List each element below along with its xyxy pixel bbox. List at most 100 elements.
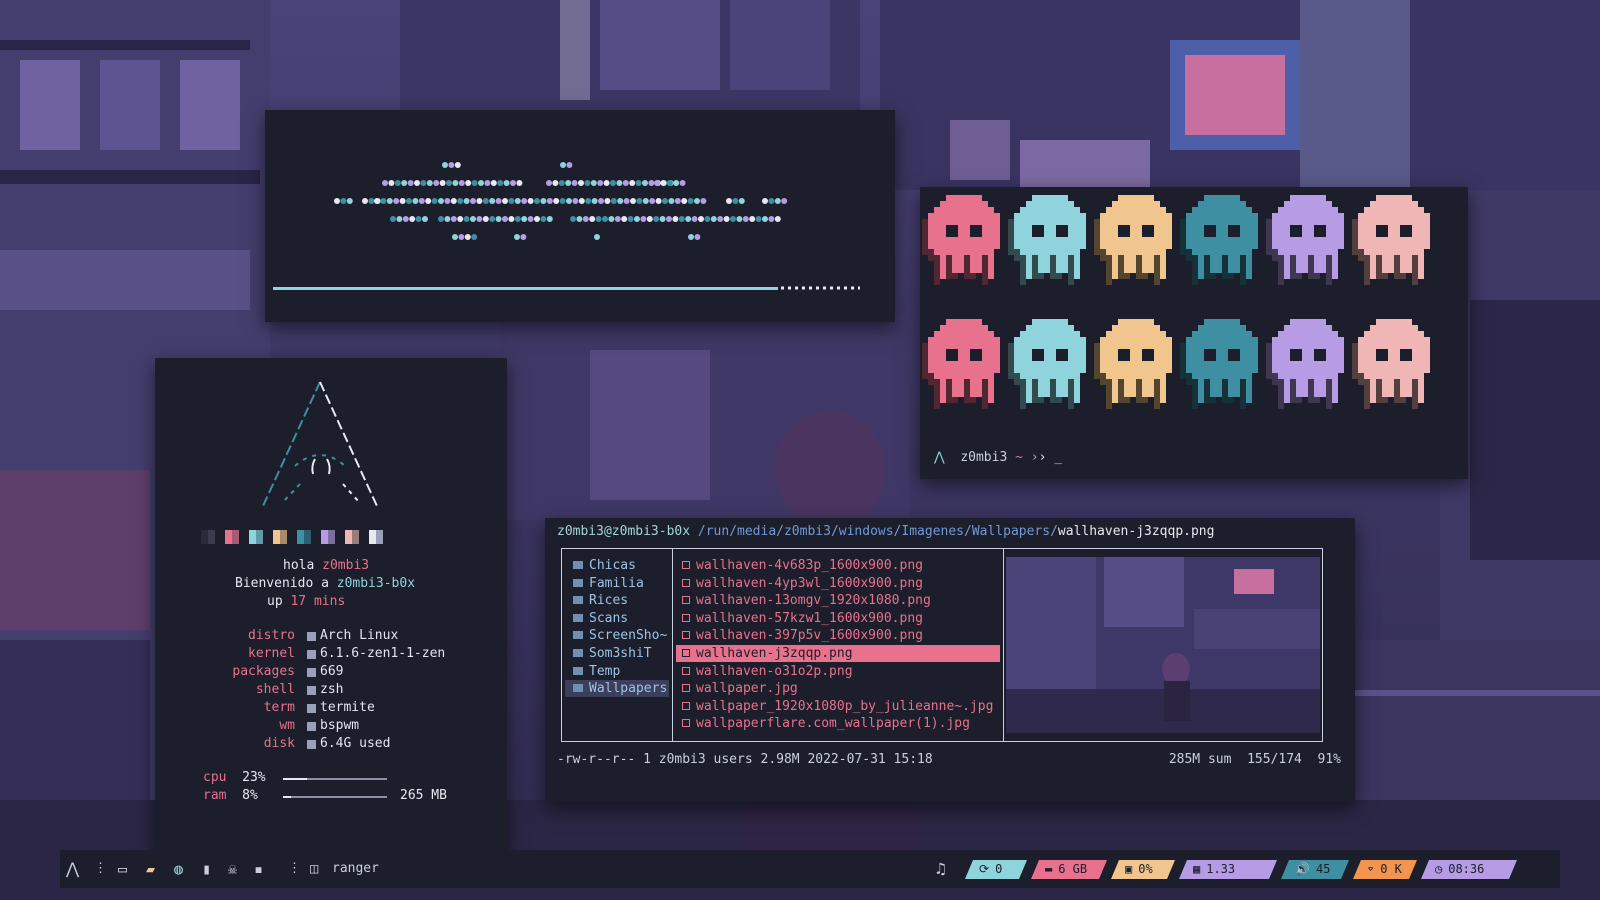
visualizer-dot — [736, 216, 743, 222]
visualizer-dot — [489, 216, 496, 222]
visualizer-dot — [402, 216, 409, 222]
skull-app-icon[interactable]: ☠ — [228, 850, 237, 888]
file-item[interactable]: wallhaven-57kzw1_1600x900.png — [676, 610, 1000, 627]
terminal-launcher-icon[interactable]: ▭ — [118, 850, 127, 888]
visualizer-dot — [407, 180, 414, 186]
file-item[interactable]: wallhaven-397p5v_1600x900.png — [676, 627, 1000, 644]
visualizer-dot — [589, 216, 596, 222]
visualizer-dot — [521, 198, 528, 204]
folder-icon — [573, 613, 583, 622]
file-item[interactable]: wallpaperflare.com_wallpaper(1).jpg — [676, 715, 1000, 732]
file-item[interactable]: wallhaven-4yp3wl_1600x900.png — [676, 575, 1000, 592]
visualizer-dot — [458, 180, 465, 186]
status-module-disk[interactable]: ▬ 6 GB — [1031, 860, 1107, 879]
visualizer-dot — [346, 198, 353, 204]
browser-icon[interactable]: ◍ — [174, 850, 183, 888]
visualizer-dot — [768, 198, 775, 204]
visualizer-dot — [546, 180, 552, 186]
visualizer-dot — [380, 198, 387, 204]
visualizer-dot — [399, 198, 406, 204]
folder-item[interactable]: Som3shiT — [565, 645, 669, 662]
visualizer-dot — [572, 198, 579, 204]
fetch-user: z0mbi3 — [322, 558, 370, 573]
audio-visualizer — [273, 162, 860, 290]
file-item[interactable]: wallpaper_1920x1080p_by_julieanne~.jpg — [676, 698, 1000, 715]
folder-item[interactable]: Familia — [565, 575, 669, 592]
visualizer-dot — [414, 180, 420, 186]
current-directory-column[interactable]: wallhaven-4v683p_1600x900.png wallhaven-4… — [673, 549, 1004, 741]
colorscript-terminal[interactable]: ⋀ z0mbi3 ~ ›› _ — [920, 187, 1468, 479]
visualizer-dot — [694, 234, 701, 240]
file-name: wallhaven-j3zqqp.png — [696, 646, 853, 661]
file-item[interactable]: wallhaven-4v683p_1600x900.png — [676, 557, 1000, 574]
status-module-clock[interactable]: ◷08:36 pm — [1421, 860, 1517, 879]
welcome-line: Bienvenido a z0mbi3-b0x — [235, 576, 416, 591]
chat-icon[interactable]: ▮ — [202, 850, 211, 888]
terminal-prompt[interactable]: ⋀ z0mbi3 ~ ›› _ — [934, 450, 1062, 465]
cpu-bar — [283, 778, 387, 780]
folder-item[interactable]: Chicas — [565, 557, 669, 574]
info-value-packages: 669 — [320, 664, 344, 679]
visualizer-dot — [666, 180, 673, 186]
active-window-title[interactable]: ranger — [332, 850, 379, 888]
file-item[interactable]: wallhaven-o31o2p.png — [676, 663, 1000, 680]
file-item[interactable]: wallhaven-13omgv_1920x1080.png — [676, 592, 1000, 609]
visualizer-dot — [688, 234, 694, 240]
file-name: wallhaven-57kzw1_1600x900.png — [696, 610, 923, 626]
folder-item[interactable]: Temp — [565, 663, 669, 680]
game-icon[interactable]: ▪ — [254, 850, 263, 888]
visualizer-dot — [444, 216, 451, 222]
visualizer-dot — [478, 180, 484, 186]
status-module-updates[interactable]: ⟳ 0 — [965, 860, 1027, 879]
ram-amount: 265 MB — [400, 788, 447, 803]
image-file-icon — [682, 719, 690, 728]
visualizer-dot — [659, 216, 666, 222]
visualizer-dot — [450, 198, 457, 204]
parent-directory-column[interactable]: Chicas Familia Rices Scans ScreenSho~ Som3shi… — [562, 549, 673, 741]
image-file-icon — [682, 613, 690, 622]
folder-item[interactable]: ScreenSho~ — [565, 627, 669, 644]
visualizer-dot — [570, 216, 576, 222]
ranger-window[interactable]: z0mbi3@z0mbi3-b0x /run/media/z0mbi3/wind… — [545, 518, 1355, 802]
skull-icon — [1094, 319, 1172, 409]
disk-icon: ▬ — [1045, 862, 1053, 876]
folder-item[interactable]: Scans — [565, 610, 669, 627]
visualizer-dot — [452, 234, 458, 240]
file-name: wallhaven-397p5v_1600x900.png — [696, 628, 923, 644]
visualizer-dot — [458, 234, 465, 240]
music-icon[interactable]: ♫ — [936, 850, 946, 888]
status-module-memory[interactable]: ▦1.33 GiB — [1179, 860, 1277, 879]
visualizer-dot — [649, 198, 656, 204]
ranger-path: z0mbi3@z0mbi3-b0x /run/media/z0mbi3/wind… — [557, 524, 1214, 539]
image-file-icon — [682, 649, 690, 657]
visualizer-dot — [700, 198, 707, 204]
visualizer-dot — [510, 180, 516, 186]
file-item[interactable]: wallpaper.jpg — [676, 680, 1000, 697]
visualizer-dot — [386, 198, 393, 204]
visualizer-dot — [730, 216, 736, 222]
skull-icon — [922, 319, 1000, 409]
file-manager-icon[interactable]: ▰ — [146, 850, 155, 888]
visualizer-dot — [679, 180, 686, 186]
status-module-volume[interactable]: 🔊 45 — [1281, 860, 1349, 879]
visualizer-dot — [566, 198, 572, 204]
status-module-wifi[interactable]: ⌔ 0 K — [1353, 860, 1417, 879]
folder-item[interactable]: Rices — [565, 592, 669, 609]
skull-icon — [1180, 195, 1258, 285]
visualizer-dot — [463, 198, 470, 204]
cpu-bar-fill — [283, 778, 307, 780]
sysfetch-terminal[interactable]: hola z0mbi3 Bienvenido a z0mbi3-b0x up 1… — [155, 358, 507, 856]
folder-item[interactable]: Wallpapers — [565, 680, 669, 698]
ram-bar — [283, 796, 387, 798]
status-module-cpu[interactable]: ▣ 0% — [1111, 860, 1175, 879]
window-icon: ◫ — [310, 861, 319, 877]
image-file-icon — [682, 578, 690, 587]
visualizer-dot — [502, 216, 508, 222]
visualizer-dot — [471, 180, 478, 186]
arch-menu-icon[interactable]: ⋀ — [66, 850, 79, 888]
skull-icon — [1352, 195, 1430, 285]
file-item[interactable]: wallhaven-j3zqqp.png — [676, 645, 1000, 662]
file-name: wallhaven-4v683p_1600x900.png — [696, 558, 923, 573]
visualizer-dot — [534, 198, 540, 204]
visualizer-dot — [594, 234, 600, 240]
